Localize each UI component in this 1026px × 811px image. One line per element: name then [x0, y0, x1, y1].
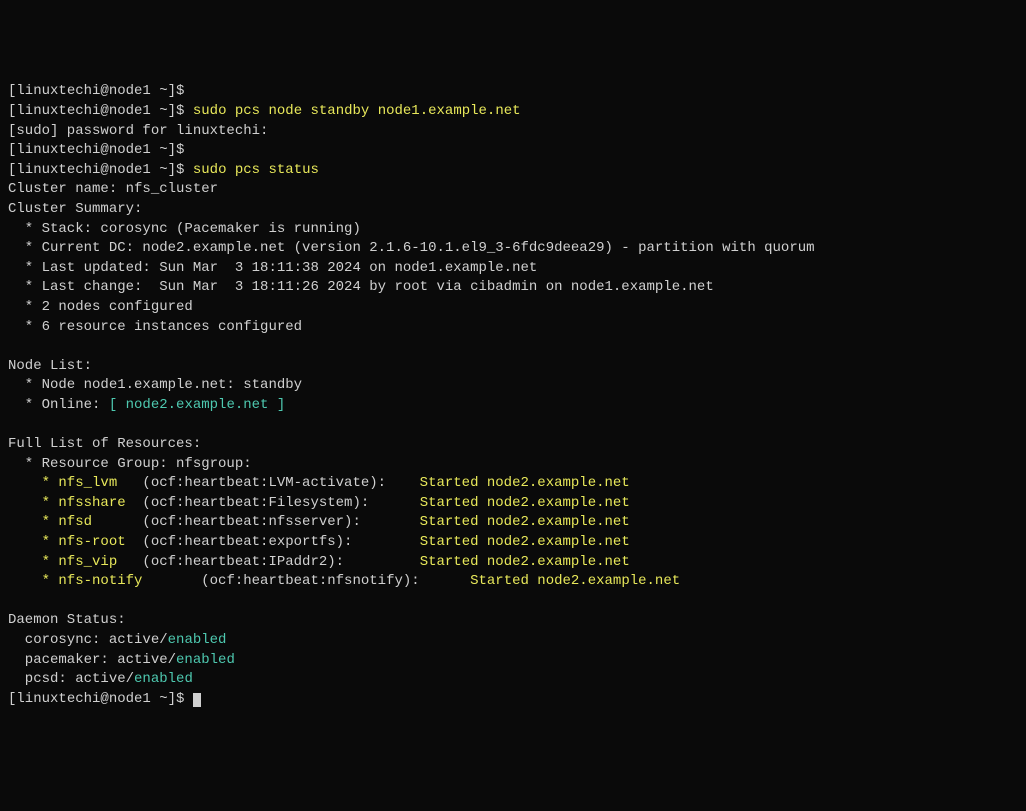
node-list-header: Node List: [8, 358, 92, 374]
last-change-line: * Last change: Sun Mar 3 18:11:26 2024 b… [8, 279, 714, 295]
daemon-status-header: Daemon Status: [8, 612, 126, 628]
resources-configured-line: * 6 resource instances configured [8, 319, 302, 335]
node-online-line: * Online: [ node2.example.net ] [8, 397, 285, 413]
prompt-line: [linuxtechi@node1 ~]$ [8, 103, 184, 119]
resources-header: Full List of Resources: [8, 436, 201, 452]
prompt-line: [linuxtechi@node1 ~]$ [8, 691, 184, 707]
resource-line: * nfs_lvm (ocf:heartbeat:LVM-activate): … [8, 475, 630, 491]
resource-line: * nfs-notify (ocf:heartbeat:nfsnotify): … [8, 573, 680, 589]
cursor-icon [193, 693, 201, 707]
daemon-line: pacemaker: active/enabled [8, 652, 235, 668]
prompt-line: [linuxtechi@node1 ~]$ [8, 162, 184, 178]
nodes-configured-line: * 2 nodes configured [8, 299, 193, 315]
last-updated-line: * Last updated: Sun Mar 3 18:11:38 2024 … [8, 260, 537, 276]
sudo-prompt: [sudo] password for linuxtechi: [8, 123, 268, 139]
prompt-line: [linuxtechi@node1 ~]$ [8, 83, 184, 99]
resource-line: * nfsshare (ocf:heartbeat:Filesystem): S… [8, 495, 630, 511]
cluster-name: Cluster name: nfs_cluster [8, 181, 218, 197]
current-dc-line: * Current DC: node2.example.net (version… [8, 240, 815, 256]
command-text: sudo pcs node standby node1.example.net [193, 103, 521, 119]
prompt-line: [linuxtechi@node1 ~]$ [8, 142, 184, 158]
cluster-summary-header: Cluster Summary: [8, 201, 142, 217]
command-text: sudo pcs status [193, 162, 319, 178]
stack-line: * Stack: corosync (Pacemaker is running) [8, 221, 361, 237]
daemon-line: corosync: active/enabled [8, 632, 226, 648]
resource-line: * nfsd (ocf:heartbeat:nfsserver): Starte… [8, 514, 630, 530]
resource-group-line: * Resource Group: nfsgroup: [8, 456, 252, 472]
terminal-output[interactable]: [linuxtechi@node1 ~]$ [linuxtechi@node1 … [8, 82, 1018, 709]
daemon-line: pcsd: active/enabled [8, 671, 193, 687]
node-standby-line: * Node node1.example.net: standby [8, 377, 302, 393]
resource-line: * nfs-root (ocf:heartbeat:exportfs): Sta… [8, 534, 630, 550]
resource-line: * nfs_vip (ocf:heartbeat:IPaddr2): Start… [8, 554, 630, 570]
